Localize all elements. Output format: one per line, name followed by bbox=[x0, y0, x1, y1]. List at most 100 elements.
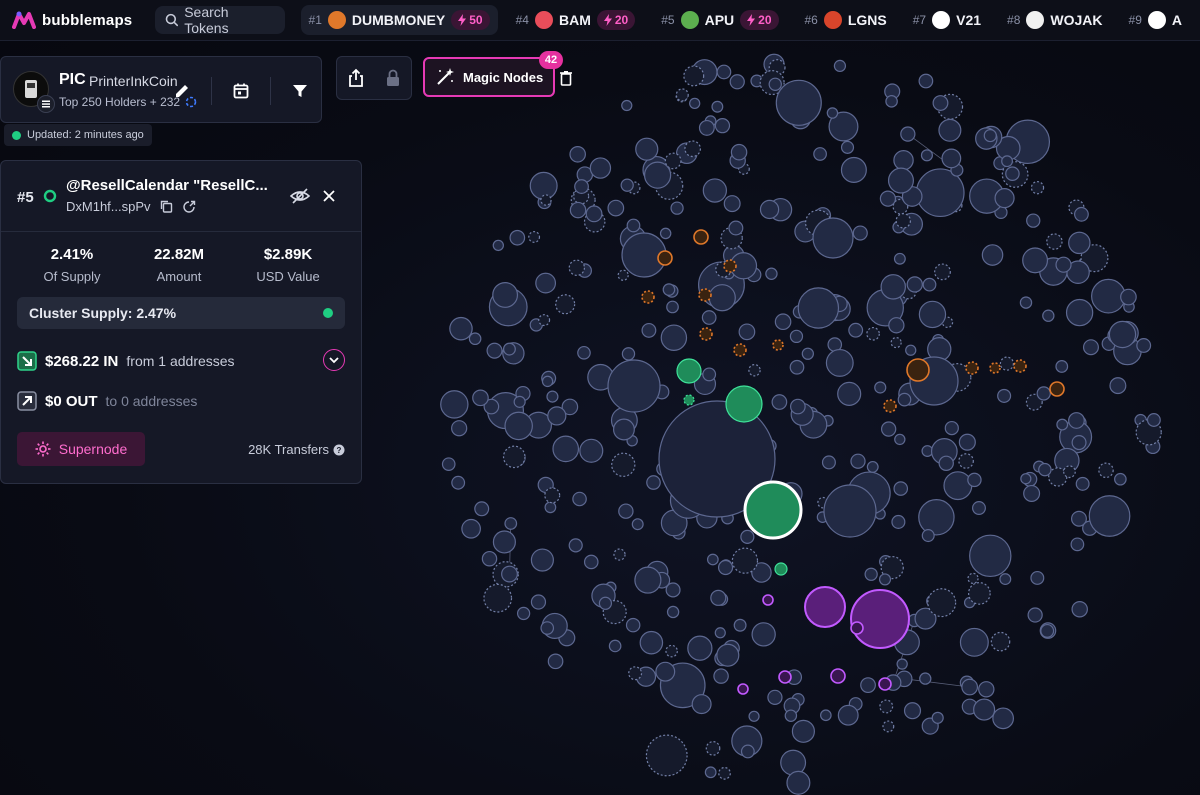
cluster-bubble[interactable] bbox=[850, 589, 910, 649]
cluster-bubble[interactable] bbox=[725, 385, 763, 423]
holder-bubble[interactable] bbox=[504, 411, 533, 441]
holder-bubble[interactable] bbox=[1070, 537, 1085, 552]
holder-bubble[interactable] bbox=[577, 345, 591, 360]
holder-bubble[interactable] bbox=[821, 455, 836, 470]
copy-icon[interactable] bbox=[160, 200, 173, 213]
holder-bubble[interactable] bbox=[967, 572, 979, 584]
holder-bubble[interactable] bbox=[825, 348, 854, 377]
holder-bubble[interactable] bbox=[492, 282, 519, 308]
holder-bubble[interactable] bbox=[931, 711, 944, 724]
holder-bubble[interactable] bbox=[665, 582, 681, 598]
holder-bubble[interactable] bbox=[992, 707, 1015, 730]
holder-bubble[interactable] bbox=[705, 741, 721, 756]
holder-bubble[interactable] bbox=[611, 452, 636, 477]
holder-bubble[interactable] bbox=[613, 548, 626, 561]
holder-bubble[interactable] bbox=[538, 314, 551, 327]
holder-bubble[interactable] bbox=[1098, 462, 1114, 479]
holder-bubble[interactable] bbox=[708, 284, 736, 312]
holder-bubble[interactable] bbox=[544, 501, 557, 514]
holder-bubble[interactable] bbox=[711, 100, 724, 113]
holder-bubble[interactable] bbox=[547, 406, 567, 426]
holder-bubble[interactable] bbox=[812, 217, 854, 259]
holder-bubble[interactable] bbox=[938, 455, 954, 472]
holder-bubble[interactable] bbox=[441, 457, 456, 472]
holder-bubble[interactable] bbox=[568, 538, 583, 553]
holder-bubble[interactable] bbox=[1036, 386, 1051, 401]
holder-bubble[interactable] bbox=[716, 64, 732, 80]
search-tokens-button[interactable]: Search Tokens bbox=[154, 4, 285, 36]
holder-bubble[interactable] bbox=[767, 689, 783, 705]
holder-bubble[interactable] bbox=[618, 503, 634, 519]
cluster-bubble[interactable] bbox=[883, 399, 897, 413]
holder-bubble[interactable] bbox=[492, 530, 516, 554]
holder-bubble[interactable] bbox=[1068, 412, 1085, 429]
holder-bubble[interactable] bbox=[997, 388, 1012, 403]
brand[interactable]: bubblemaps bbox=[12, 11, 143, 29]
holder-bubble[interactable] bbox=[579, 438, 604, 463]
holder-bubble[interactable] bbox=[880, 274, 906, 300]
holder-bubble[interactable] bbox=[1108, 320, 1137, 349]
holder-bubble[interactable] bbox=[833, 59, 847, 73]
magic-nodes-button[interactable]: Magic Nodes bbox=[423, 57, 555, 97]
holder-bubble[interactable] bbox=[513, 395, 526, 408]
holder-bubble[interactable] bbox=[775, 79, 822, 126]
holder-bubble[interactable] bbox=[717, 559, 734, 576]
holder-bubble[interactable] bbox=[740, 744, 755, 759]
holder-bubble[interactable] bbox=[748, 710, 760, 722]
holder-bubble[interactable] bbox=[866, 460, 879, 473]
holder-bubble[interactable] bbox=[784, 709, 798, 722]
holder-bubble[interactable] bbox=[662, 283, 676, 296]
holder-bubble[interactable] bbox=[733, 618, 747, 632]
hide-wallet-icon[interactable] bbox=[290, 187, 310, 205]
holder-bubble[interactable] bbox=[879, 699, 894, 714]
holder-bubble[interactable] bbox=[1040, 623, 1055, 638]
cluster-bubble[interactable] bbox=[906, 358, 930, 382]
holder-bubble[interactable] bbox=[780, 749, 807, 776]
cluster-bubble[interactable] bbox=[699, 327, 713, 341]
holder-bubble[interactable] bbox=[1030, 181, 1045, 195]
holder-bubble[interactable] bbox=[451, 475, 466, 490]
holder-bubble[interactable] bbox=[684, 140, 701, 158]
outflow-row[interactable]: $0 OUT to 0 addresses bbox=[17, 388, 347, 414]
holder-bubble[interactable] bbox=[971, 501, 986, 515]
holder-bubble[interactable] bbox=[896, 658, 908, 670]
holder-bubble[interactable] bbox=[897, 392, 912, 407]
holder-bubble[interactable] bbox=[1114, 472, 1127, 486]
holder-bubble[interactable] bbox=[608, 639, 622, 653]
holder-bubble[interactable] bbox=[791, 719, 815, 743]
holder-bubble[interactable] bbox=[713, 668, 729, 684]
holder-bubble[interactable] bbox=[918, 73, 934, 89]
holder-bubble[interactable] bbox=[552, 435, 580, 463]
delete-magic-nodes-button[interactable] bbox=[556, 64, 576, 92]
holder-bubble[interactable] bbox=[535, 272, 557, 294]
holder-bubble[interactable] bbox=[934, 263, 951, 281]
cluster-bubble[interactable] bbox=[657, 250, 673, 266]
holder-bubble[interactable] bbox=[547, 653, 564, 670]
holder-bubble[interactable] bbox=[879, 190, 897, 207]
trending-token-1[interactable]: #1 DUMBMONEY 50 bbox=[300, 5, 498, 35]
holder-bubble[interactable] bbox=[1056, 418, 1069, 431]
holder-bubble[interactable] bbox=[714, 627, 726, 639]
holder-bubble[interactable] bbox=[655, 661, 676, 682]
holder-bubble[interactable] bbox=[1146, 413, 1161, 427]
holder-bubble[interactable] bbox=[730, 143, 748, 161]
edit-icon[interactable] bbox=[173, 82, 191, 100]
holder-bubble[interactable] bbox=[516, 606, 531, 621]
holder-bubble[interactable] bbox=[683, 65, 705, 87]
graph-nodes[interactable] bbox=[440, 53, 1162, 795]
holder-bubble[interactable] bbox=[1020, 473, 1032, 485]
holder-bubble[interactable] bbox=[888, 317, 905, 334]
calendar-icon[interactable] bbox=[232, 82, 250, 100]
holder-bubble[interactable] bbox=[675, 88, 689, 102]
selected-wallet-bubble[interactable] bbox=[743, 480, 803, 540]
holder-bubble[interactable] bbox=[740, 529, 755, 544]
holder-bubble[interactable] bbox=[729, 74, 745, 90]
holder-bubble[interactable] bbox=[646, 475, 661, 490]
holder-bubble[interactable] bbox=[631, 518, 644, 531]
holder-bubble[interactable] bbox=[645, 734, 688, 777]
holder-bubble[interactable] bbox=[607, 199, 625, 217]
holder-bubble[interactable] bbox=[574, 179, 589, 194]
holder-bubble[interactable] bbox=[569, 201, 587, 219]
holder-bubble[interactable] bbox=[1071, 435, 1087, 451]
holder-bubble[interactable] bbox=[501, 565, 518, 583]
